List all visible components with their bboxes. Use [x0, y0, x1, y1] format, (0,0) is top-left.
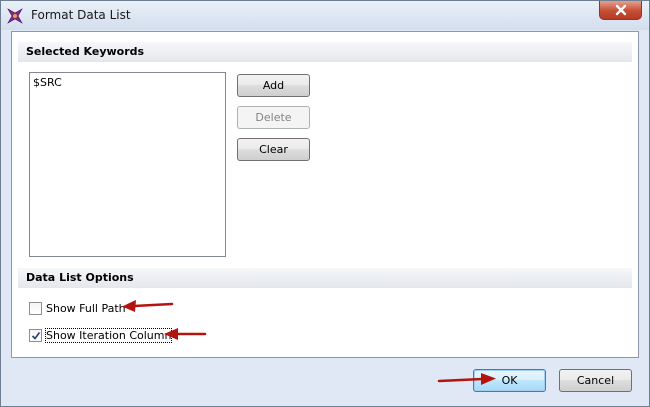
- close-icon: [615, 4, 627, 16]
- add-button[interactable]: Add: [237, 74, 310, 97]
- keyword-list[interactable]: $SRC: [29, 72, 226, 257]
- selected-keywords-header: Selected Keywords: [18, 42, 632, 62]
- annotation-arrow-icon: [164, 328, 207, 340]
- dialog-content: Selected Keywords $SRC Add Delete Clear …: [11, 31, 639, 358]
- show-full-path-label[interactable]: Show Full Path: [46, 302, 126, 315]
- annotation-arrow-icon: [122, 300, 174, 312]
- annotation-arrow-icon: [437, 373, 496, 385]
- app-logo-icon: [7, 8, 23, 24]
- format-data-list-dialog: Format Data List Selected Keywords $SRC …: [0, 0, 650, 407]
- title-bar: Format Data List: [1, 1, 649, 30]
- keyword-item[interactable]: $SRC: [33, 76, 62, 89]
- close-button[interactable]: [599, 1, 642, 20]
- show-full-path-checkbox[interactable]: [29, 302, 42, 315]
- data-list-options-header: Data List Options: [18, 268, 632, 288]
- show-iteration-column-checkbox[interactable]: [29, 329, 42, 342]
- checkmark-icon: [31, 332, 41, 340]
- delete-button[interactable]: Delete: [237, 106, 310, 129]
- window-title: Format Data List: [31, 8, 131, 22]
- show-iteration-column-label[interactable]: Show Iteration Column: [44, 328, 173, 343]
- clear-button[interactable]: Clear: [237, 138, 310, 161]
- cancel-button[interactable]: Cancel: [559, 369, 632, 392]
